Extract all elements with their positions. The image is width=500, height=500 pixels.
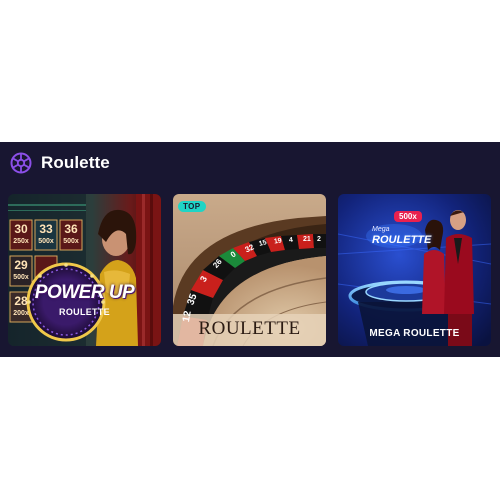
tile-multiplier: 250x (13, 238, 29, 245)
roulette-section: Roulette 30 250x 33 500x 36 500x 29 500x… (0, 142, 500, 357)
tile-number: 29 (14, 258, 28, 272)
tile-multiplier: 500x (63, 238, 79, 245)
game-card-roulette[interactable]: TOP 12 35 3 26 0 32 15 19 4 21 2 ROULETT… (173, 194, 326, 346)
multiplier-badge: 500x (394, 211, 422, 222)
wheel-number: 4 (288, 236, 294, 245)
tile-number: 30 (14, 222, 28, 236)
game-logo-small: Mega (372, 226, 390, 233)
game-subtitle: ROULETTE (59, 307, 110, 317)
tile-multiplier: 500x (13, 274, 29, 281)
tile-number: 36 (64, 222, 78, 236)
tile-number: 33 (39, 222, 53, 236)
game-title: MEGA ROULETTE (369, 328, 460, 339)
roulette-wheel-icon (10, 152, 32, 174)
game-card-mega-roulette[interactable]: 500x Mega ROULETTE MEGA ROULETTE (338, 194, 491, 346)
wheel-number: 2 (317, 236, 321, 243)
tile-multiplier: 500x (38, 238, 54, 245)
section-title: Roulette (41, 153, 110, 172)
section-header: Roulette (10, 151, 110, 175)
game-title: ROULETTE (198, 318, 301, 339)
game-title: POWER UP (34, 282, 135, 303)
game-logo: ROULETTE (372, 234, 432, 246)
wheel-number: 19 (273, 237, 283, 246)
top-badge: TOP (178, 201, 206, 212)
game-card-power-up-roulette[interactable]: 30 250x 33 500x 36 500x 29 500x 28 200x … (8, 194, 161, 346)
wheel-number: 21 (303, 236, 311, 243)
